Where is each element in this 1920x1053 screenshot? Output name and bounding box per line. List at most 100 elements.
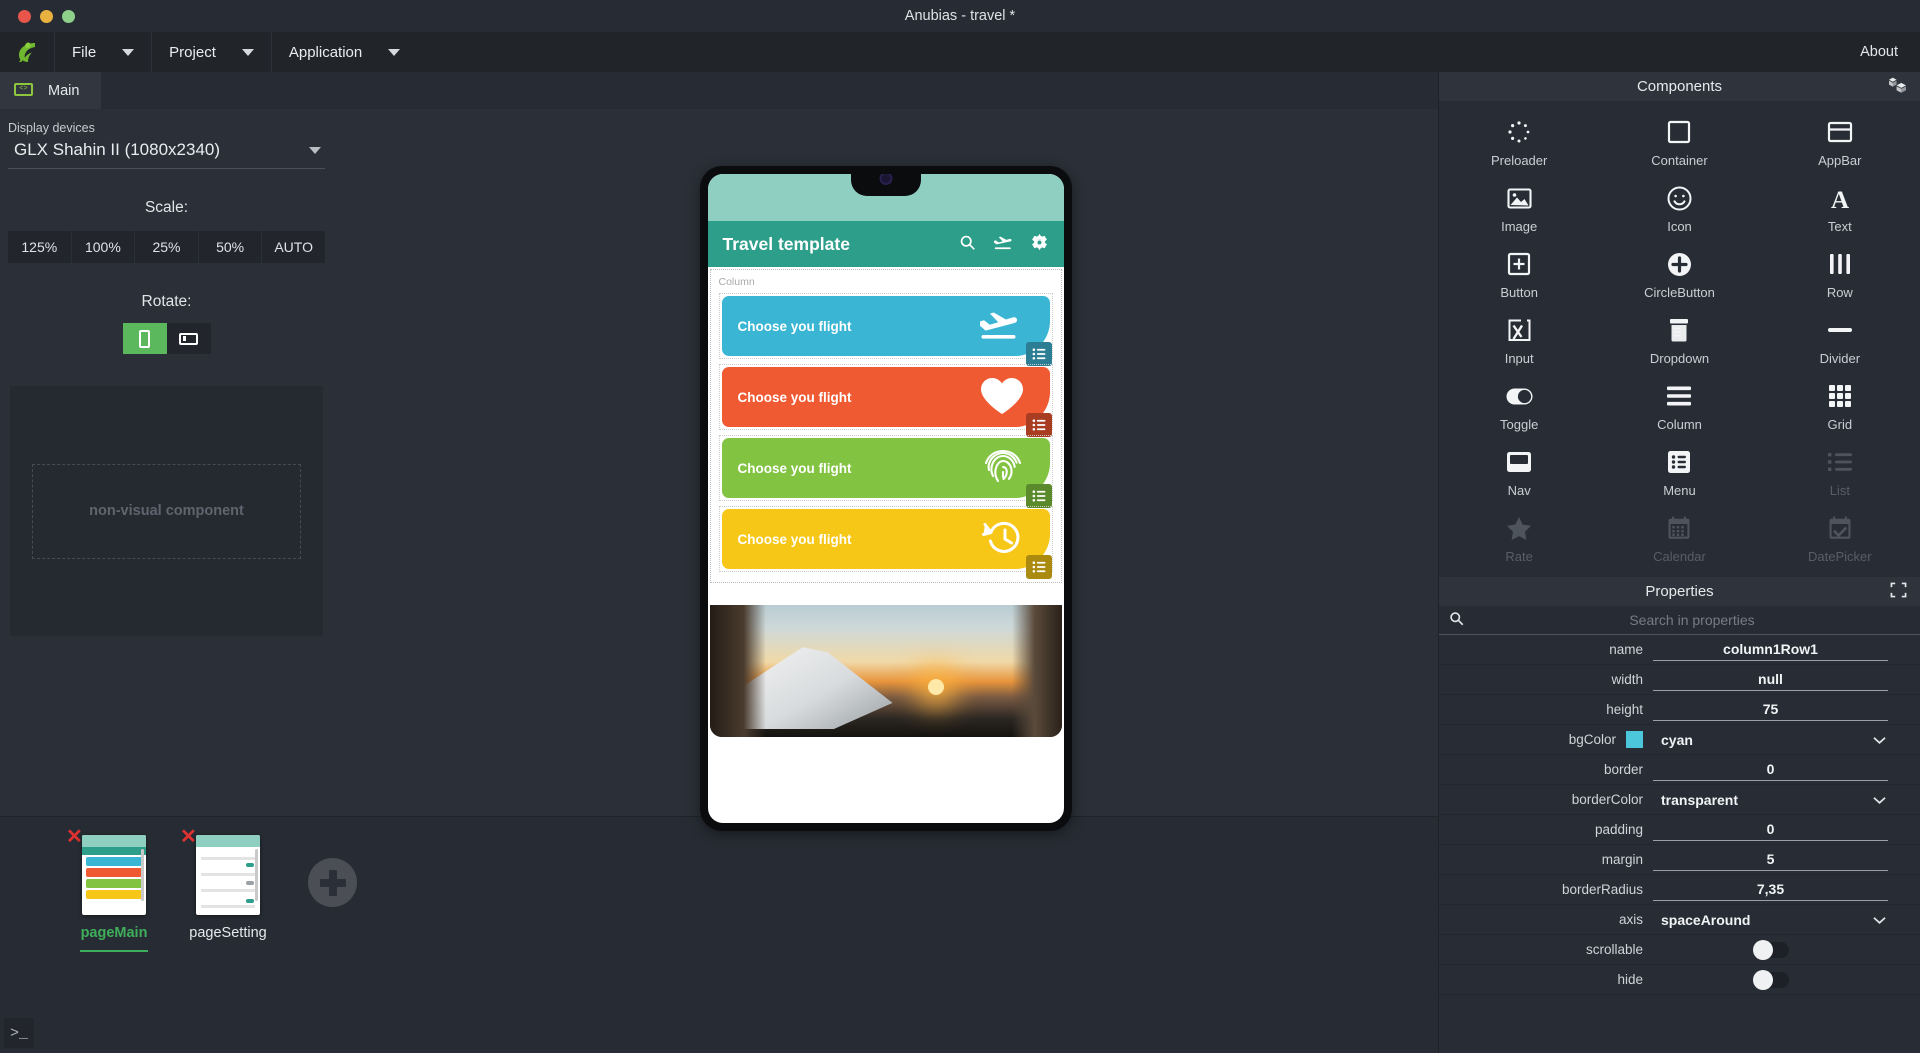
- preview-row-2[interactable]: Row Choose you flight: [719, 364, 1053, 430]
- property-key-bgcolor: bgColor: [1439, 731, 1653, 748]
- title-bar: Anubias - travel *: [0, 0, 1920, 32]
- property-value-axis[interactable]: spaceAround: [1653, 909, 1888, 931]
- component-dropdown[interactable]: Dropdown: [1599, 307, 1759, 373]
- flight-card-1[interactable]: Choose you flight: [722, 296, 1050, 356]
- preview-appbar[interactable]: Travel template: [708, 221, 1064, 267]
- row-menu-badge-2[interactable]: [1026, 413, 1052, 437]
- page-thumbnail-main[interactable]: [82, 835, 146, 915]
- minimize-window-button[interactable]: [40, 10, 53, 23]
- rotate-portrait-button[interactable]: [123, 323, 167, 354]
- component-image[interactable]: Image: [1439, 175, 1599, 241]
- property-value-width[interactable]: null: [1653, 669, 1888, 691]
- design-canvas[interactable]: Travel template: [333, 109, 1438, 816]
- rotate-landscape-button[interactable]: [167, 323, 211, 354]
- terminal-icon[interactable]: >_: [4, 1018, 34, 1048]
- component-preloader[interactable]: Preloader: [1439, 109, 1599, 175]
- property-value-bordercolor[interactable]: transparent: [1653, 789, 1888, 811]
- color-swatch[interactable]: [1626, 731, 1643, 748]
- window-controls[interactable]: [0, 10, 75, 23]
- row-menu-badge-4[interactable]: [1026, 555, 1052, 579]
- close-window-button[interactable]: [18, 10, 31, 23]
- tab-main[interactable]: <> Main: [0, 72, 101, 109]
- close-icon[interactable]: ✕: [180, 827, 197, 847]
- component-container[interactable]: Container: [1599, 109, 1759, 175]
- menu-file[interactable]: File: [54, 32, 151, 72]
- component-button[interactable]: Button: [1439, 241, 1599, 307]
- row-menu-badge-1[interactable]: [1026, 342, 1052, 366]
- property-value-hide[interactable]: [1653, 969, 1888, 991]
- about-button[interactable]: About: [1838, 32, 1920, 72]
- property-value-margin[interactable]: 5: [1653, 849, 1888, 871]
- blocks-icon[interactable]: [1888, 76, 1907, 97]
- page-thumbnail-setting[interactable]: [196, 835, 260, 915]
- property-row-borderradius[interactable]: borderRadius 7,35: [1439, 875, 1920, 905]
- scale-option-auto[interactable]: AUTO: [262, 231, 325, 263]
- component-circlebutton[interactable]: CircleButton: [1599, 241, 1759, 307]
- column-lines-icon: [1666, 381, 1692, 411]
- property-value-border[interactable]: 0: [1653, 759, 1888, 781]
- property-value-borderradius[interactable]: 7,35: [1653, 879, 1888, 901]
- property-row-bordercolor[interactable]: borderColor transparent: [1439, 785, 1920, 815]
- expand-icon[interactable]: [1890, 582, 1907, 602]
- component-grid[interactable]: Grid: [1760, 373, 1920, 439]
- page-card-main[interactable]: ✕ pageMain: [80, 835, 148, 952]
- scale-option-50[interactable]: 50%: [199, 231, 262, 263]
- gear-icon[interactable]: [1030, 233, 1049, 255]
- phone-screen[interactable]: Travel template: [708, 174, 1064, 823]
- property-row-padding[interactable]: padding 0: [1439, 815, 1920, 845]
- component-column[interactable]: Column: [1599, 373, 1759, 439]
- property-row-hide[interactable]: hide: [1439, 965, 1920, 995]
- component-input[interactable]: Input: [1439, 307, 1599, 373]
- property-row-bgcolor[interactable]: bgColor cyan: [1439, 725, 1920, 755]
- preview-row-4[interactable]: Row Choose you flight: [719, 506, 1053, 572]
- close-icon[interactable]: ✕: [66, 827, 83, 847]
- scale-option-25[interactable]: 25%: [135, 231, 198, 263]
- property-row-margin[interactable]: margin 5: [1439, 845, 1920, 875]
- component-text[interactable]: A Text: [1760, 175, 1920, 241]
- preview-row-1[interactable]: Row Choose you flight: [719, 293, 1053, 359]
- component-menu[interactable]: Menu: [1599, 439, 1759, 505]
- row-menu-badge-3[interactable]: [1026, 484, 1052, 508]
- component-appbar[interactable]: AppBar: [1760, 109, 1920, 175]
- component-row[interactable]: Row: [1760, 241, 1920, 307]
- property-row-border[interactable]: border 0: [1439, 755, 1920, 785]
- airplane-wing-sunset-photo[interactable]: [710, 605, 1062, 737]
- properties-search-bar[interactable]: Search in properties: [1439, 606, 1920, 635]
- menu-project[interactable]: Project: [151, 32, 271, 72]
- property-value-scrollable[interactable]: [1653, 939, 1888, 961]
- flight-card-3[interactable]: Choose you flight: [722, 438, 1050, 498]
- appbar-icon-group: [959, 233, 1049, 255]
- flight-card-4[interactable]: Choose you flight: [722, 509, 1050, 569]
- search-icon[interactable]: [959, 234, 976, 254]
- scale-option-100[interactable]: 100%: [72, 231, 135, 263]
- toggle-icon: [1506, 381, 1533, 411]
- flight-takeoff-icon[interactable]: [993, 234, 1013, 254]
- property-row-width[interactable]: width null: [1439, 665, 1920, 695]
- page-card-setting[interactable]: ✕ pageSetting: [194, 835, 262, 941]
- scrollable-toggle[interactable]: [1753, 942, 1789, 958]
- preview-column[interactable]: Column Row Choose you flight: [710, 269, 1062, 583]
- property-row-name[interactable]: name column1Row1: [1439, 635, 1920, 665]
- property-value-height[interactable]: 75: [1653, 699, 1888, 721]
- device-select[interactable]: GLX Shahin II (1080x2340): [8, 137, 325, 169]
- component-toggle[interactable]: Toggle: [1439, 373, 1599, 439]
- component-list-label: List: [1830, 483, 1850, 498]
- non-visual-component-area[interactable]: non-visual component: [10, 386, 323, 636]
- property-row-axis[interactable]: axis spaceAround: [1439, 905, 1920, 935]
- flight-card-2[interactable]: Choose you flight: [722, 367, 1050, 427]
- hide-toggle[interactable]: [1753, 972, 1789, 988]
- component-nav[interactable]: Nav: [1439, 439, 1599, 505]
- zoom-window-button[interactable]: [62, 10, 75, 23]
- preview-row-3[interactable]: Row Choose you flight: [719, 435, 1053, 501]
- component-dropdown-label: Dropdown: [1650, 351, 1709, 366]
- property-value-name[interactable]: column1Row1: [1653, 639, 1888, 661]
- scale-option-125[interactable]: 125%: [8, 231, 71, 263]
- component-icon[interactable]: Icon: [1599, 175, 1759, 241]
- menu-application[interactable]: Application: [271, 32, 417, 72]
- property-row-height[interactable]: height 75: [1439, 695, 1920, 725]
- component-divider[interactable]: Divider: [1760, 307, 1920, 373]
- property-value-padding[interactable]: 0: [1653, 819, 1888, 841]
- property-row-scrollable[interactable]: scrollable: [1439, 935, 1920, 965]
- property-value-bgcolor[interactable]: cyan: [1653, 729, 1888, 751]
- add-page-button[interactable]: [308, 858, 357, 907]
